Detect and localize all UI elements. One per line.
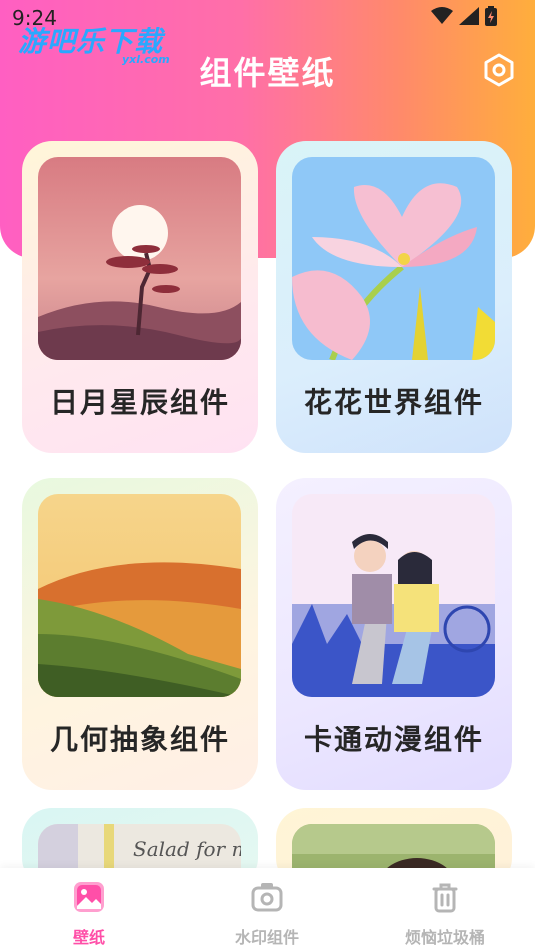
- card-image-hills: [38, 494, 241, 697]
- bottom-tab-bar: 壁纸 水印组件 烦恼垃圾桶: [0, 868, 535, 951]
- camera-icon: [251, 883, 283, 912]
- tab-label: 壁纸: [72, 928, 105, 947]
- card-label: 卡通动漫组件: [303, 723, 484, 756]
- widget-card-geometric[interactable]: 几何抽象组件: [22, 478, 258, 790]
- widget-card-cartoon[interactable]: 卡通动漫组件: [276, 478, 512, 790]
- tab-label: 烦恼垃圾桶: [404, 928, 485, 947]
- settings-button[interactable]: [481, 52, 517, 88]
- widget-card-sun-moon[interactable]: 日月星辰组件: [22, 141, 258, 453]
- card-label: 几何抽象组件: [49, 723, 230, 756]
- wifi-icon: [431, 7, 453, 24]
- tab-label: 水印组件: [234, 928, 299, 947]
- card-image-anime-couple: [292, 494, 495, 697]
- tab-wallpaper[interactable]: 壁纸: [29, 880, 149, 948]
- page-title: 组件壁纸: [199, 54, 336, 92]
- card-image-tulips: [292, 157, 495, 360]
- card-label: 日月星辰组件: [49, 386, 230, 419]
- tab-watermark-widget[interactable]: 水印组件: [207, 880, 327, 948]
- battery-icon: [485, 6, 497, 26]
- settings-icon: [484, 53, 514, 87]
- salad-note-text: Salad for me: [133, 837, 241, 861]
- tab-worry-trash[interactable]: 烦恼垃圾桶: [385, 880, 505, 948]
- card-label: 花花世界组件: [303, 386, 484, 419]
- signal-icon: [459, 7, 479, 25]
- image-icon: [74, 882, 104, 912]
- card-image-sunset-tree: [38, 157, 241, 360]
- status-icons: [431, 6, 497, 26]
- trash-icon: [432, 883, 458, 913]
- widget-card-flower-world[interactable]: 花花世界组件: [276, 141, 512, 453]
